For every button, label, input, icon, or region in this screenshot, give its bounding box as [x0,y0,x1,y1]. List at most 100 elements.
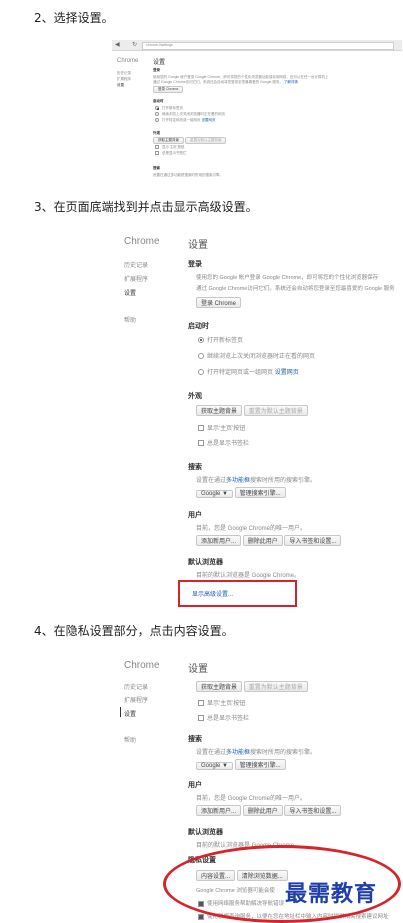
manage-search-engines-button[interactable]: 管理搜索引擎... [234,759,286,770]
nav-history[interactable]: 历史记录 [124,260,148,269]
home-button-checkbox[interactable]: 显示'主页'按钮 [198,423,245,432]
step-3-caption: 3、在页面底端找到并点击显示高级设置。 [34,200,258,214]
sidebar-title: Chrome [124,236,160,247]
sidebar-title: Chrome [117,58,139,64]
manage-search-engines-button[interactable]: 管理搜索引擎... [234,487,286,498]
nav-help[interactable]: 帮助 [124,315,136,324]
radio-icon [155,118,159,123]
set-pages-link[interactable]: 设置网页 [201,118,215,122]
users-text: 目前，您是 Google Chrome的唯一用户。 [196,526,307,532]
delete-user-button[interactable]: 删除此用户 [242,535,283,546]
radio-icon [155,112,159,117]
browser-toolbar: ◀ ↻ chrome://settings [112,40,402,51]
reset-theme-button[interactable]: 重置为默认主题背景 [184,137,227,144]
page-title: 设置 [188,664,208,675]
startup-option-continue[interactable]: 继续浏览上次关闭浏览器时正在看的网页 [198,351,315,360]
step-2-caption: 2、选择设置。 [34,11,114,25]
learn-more-link[interactable]: 了解详情 [284,80,298,84]
checkbox-icon [155,145,159,150]
reset-theme-button[interactable]: 重置为默认主题背景 [243,681,308,692]
checkbox-icon [198,715,204,722]
set-pages-link[interactable]: 设置网页 [275,370,299,376]
startup-option-newtab[interactable]: 打开新标签页 [155,106,183,111]
step-4-caption: 4、在隐私设置部分，点击内容设置。 [34,624,234,638]
import-bookmarks-button[interactable]: 导入书签和设置... [284,805,342,816]
nav-history[interactable]: 历史记录 [117,71,131,76]
sidebar-title: Chrome [124,660,160,671]
appearance-heading: 外观 [153,131,160,135]
login-text-2: 通过 Google Chrome访问它们。系统还会自动将您登录至您最喜爱的 Go… [153,80,298,84]
nav-history[interactable]: 历史记录 [124,682,148,691]
nav-extensions[interactable]: 扩展程序 [124,695,148,704]
get-themes-button[interactable]: 获取主题背景 [196,681,243,692]
default-browser-heading: 默认浏览器 [188,829,223,836]
page-title: 设置 [188,240,208,251]
default-browser-text: 目前的默认浏览器是 Google Chrome。 [196,573,301,579]
back-icon[interactable]: ◀ [115,41,120,48]
startup-option-continue[interactable]: 继续浏览上次关闭浏览器时正在看的网页 [155,112,225,117]
screenshot-show-advanced: Chrome 历史记录 扩展程序 设置 帮助 设置 登录 使用您的 Google… [118,226,403,611]
search-heading: 搜索 [188,464,202,471]
highlight-box [178,580,297,607]
screenshot-settings-overview: ◀ ↻ chrome://settings Chrome 历史记录 扩展程序 设… [112,40,402,190]
startup-option-specific[interactable]: 打开特定网页或一组网页 设置网页 [155,118,215,123]
bookmarks-bar-checkbox[interactable]: 总是显示书签栏 [198,438,249,447]
login-heading: 登录 [188,261,202,268]
login-chrome-button[interactable]: 登录 Chrome [153,86,184,93]
radio-icon [198,353,204,360]
checkbox-icon [198,440,204,447]
startup-heading: 启动时 [153,99,164,103]
nav-help[interactable]: 帮助 [124,735,136,744]
startup-option-specific[interactable]: 打开特定网页或一组网页 设置网页 [198,367,299,376]
get-themes-button[interactable]: 获取主题背景 [153,137,184,144]
radio-icon [198,369,204,376]
default-browser-heading: 默认浏览器 [188,559,223,566]
login-heading: 登录 [153,68,160,72]
home-button-checkbox[interactable]: 显示'主页'按钮 [198,698,245,707]
reset-theme-button[interactable]: 重置为默认主题背景 [243,405,308,416]
login-chrome-button[interactable]: 登录 Chrome [196,297,242,308]
startup-option-newtab[interactable]: 打开新标签页 [198,335,243,344]
delete-user-button[interactable]: 删除此用户 [242,805,283,816]
nav-extensions[interactable]: 扩展程序 [124,274,148,283]
nav-settings[interactable]: 设置 [124,288,136,297]
address-text: chrome://settings [146,43,173,47]
nav-settings[interactable]: 设置 [124,709,136,718]
radio-icon [198,337,204,344]
radio-icon [155,106,159,111]
home-button-checkbox[interactable]: 显示'主页'按钮 [155,145,184,150]
reload-icon[interactable]: ↻ [132,41,137,48]
users-text: 目前，您是 Google Chrome的唯一用户。 [196,796,307,802]
watermark: 最需教育 [285,881,378,907]
add-user-button[interactable]: 添加新用户... [196,535,242,546]
checkbox-icon [198,425,204,432]
search-heading: 搜索 [153,166,160,170]
login-text-1: 使用您的 Google 帐户登录 Google Chrome，即可将您的个性化浏… [196,275,379,281]
nav-active-marker [120,707,121,717]
startup-heading: 启动时 [188,323,209,330]
page-title: 设置 [153,60,166,66]
search-engine-select[interactable]: Google ▼ [196,490,233,498]
search-text: 设置在通过多功能框搜索时所用的搜索引擎。 [196,478,317,484]
search-text: 设置在通过多功能框搜索时所用的搜索引擎。 [153,173,223,177]
get-themes-button[interactable]: 获取主题背景 [196,405,243,416]
login-text-2: 通过 Google Chrome访问它们。系统还会自动将您登录至您最喜爱的 Go… [196,286,395,292]
nav-settings[interactable]: 设置 [117,83,124,88]
appearance-heading: 外观 [188,393,202,400]
users-heading: 用户 [188,782,202,789]
bookmarks-bar-checkbox[interactable]: 总是显示书签栏 [198,713,249,722]
checkbox-icon [198,700,204,707]
address-bar[interactable]: chrome://settings [142,42,394,50]
search-heading: 搜索 [188,736,202,743]
omnibox-link[interactable]: 多功能框 [226,478,250,484]
omnibox-link[interactable]: 多功能框 [226,750,250,756]
search-text: 设置在通过多功能框搜索时所用的搜索引擎。 [196,750,317,756]
search-engine-select[interactable]: Google ▼ [196,762,233,770]
checkbox-icon [155,151,159,156]
add-user-button[interactable]: 添加新用户... [196,805,242,816]
import-bookmarks-button[interactable]: 导入书签和设置... [284,535,342,546]
bookmarks-bar-checkbox[interactable]: 总是显示书签栏 [155,151,187,156]
users-heading: 用户 [188,512,202,519]
nav-extensions[interactable]: 扩展程序 [117,77,131,82]
checkbox-checked-icon [198,913,204,920]
